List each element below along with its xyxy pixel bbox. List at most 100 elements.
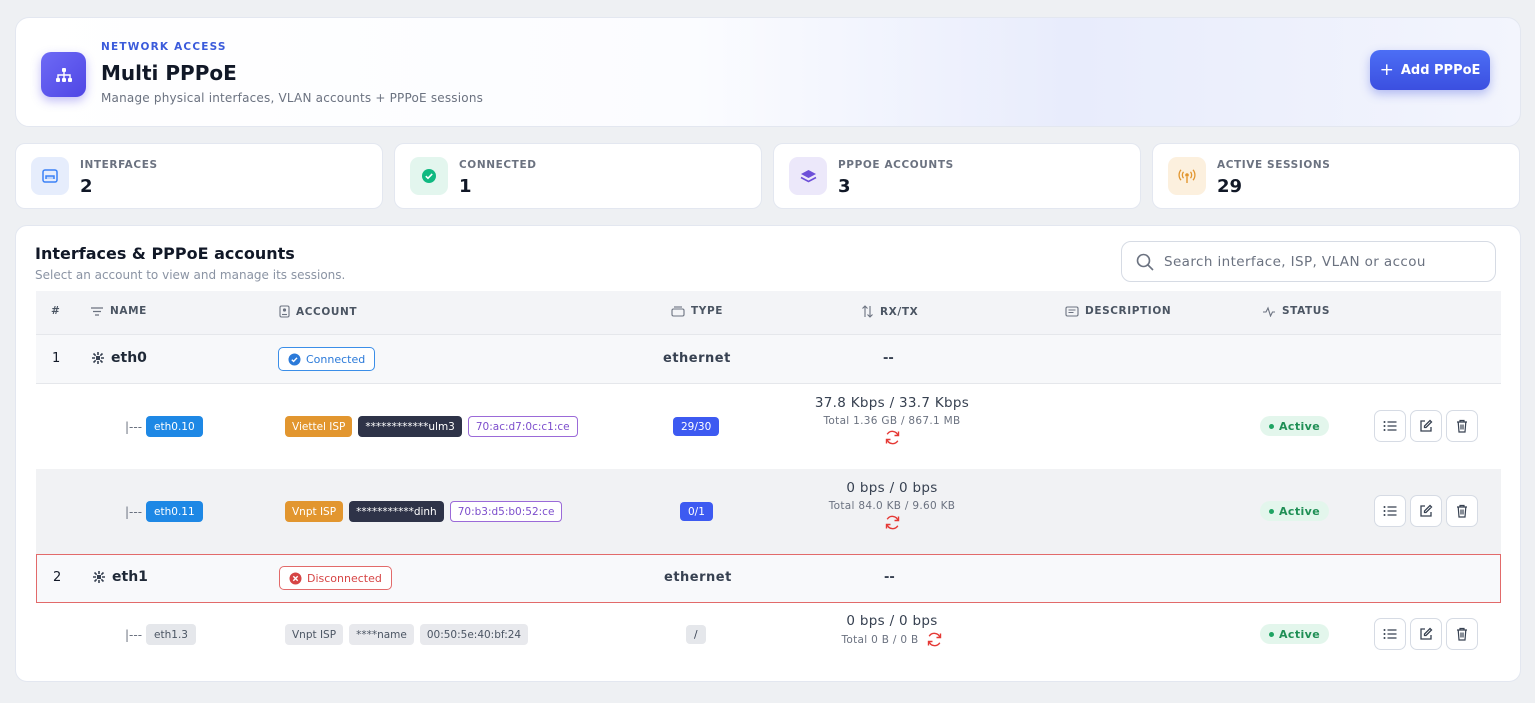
row-index: 1 <box>52 351 61 366</box>
stat-card-pppoe-accounts: PPPOE ACCOUNTS 3 <box>773 143 1141 209</box>
stat-value: 1 <box>459 176 472 197</box>
sessions-badge: 0/1 <box>680 502 713 521</box>
interface-row-eth1[interactable]: 2 eth1 Disconnected ethernet -- <box>36 554 1501 603</box>
delete-button[interactable] <box>1446 410 1478 442</box>
interface-type: ethernet <box>663 351 731 366</box>
edit-button[interactable] <box>1410 495 1442 527</box>
tree-connector: |--- <box>125 504 143 519</box>
refresh-icon[interactable] <box>926 632 943 647</box>
stat-label: CONNECTED <box>459 159 537 171</box>
interface-row-eth0[interactable]: 1 eth0 Connected ethernet -- <box>36 334 1501 384</box>
trash-icon <box>1457 419 1467 433</box>
rate-text: 0 bps / 0 bps <box>846 480 938 496</box>
broadcast-icon <box>1168 157 1206 195</box>
page-title: Multi PPPoE <box>101 61 237 85</box>
vlan-tag[interactable]: eth0.11 <box>146 501 203 522</box>
network-tree-icon <box>41 52 86 97</box>
edit-button[interactable] <box>1410 618 1442 650</box>
mac-badge: 00:50:5e:40:bf:24 <box>419 624 529 645</box>
row-index: 2 <box>53 570 62 585</box>
rxtx-arrows-icon <box>862 305 873 318</box>
stat-label: PPPOE ACCOUNTS <box>838 159 954 171</box>
name-column-icon <box>91 306 103 316</box>
sessions-badge: 29/30 <box>673 417 720 436</box>
account-row-eth0-10[interactable]: |--- eth0.10 Viettel ISP ************ulm… <box>36 384 1501 469</box>
trash-icon <box>1457 504 1467 518</box>
network-hub-icon <box>93 571 105 583</box>
total-text: Total 1.36 GB / 867.1 MB <box>823 415 961 427</box>
view-sessions-button[interactable] <box>1374 495 1406 527</box>
edit-icon <box>1420 627 1433 640</box>
isp-badge: Vnpt ISP <box>285 624 344 645</box>
mac-badge: 70:b3:d5:b0:52:ce <box>449 501 563 522</box>
edit-icon <box>1420 419 1433 432</box>
page-header: NETWORK ACCESS Multi PPPoE Manage physic… <box>15 17 1521 127</box>
stat-card-interfaces: INTERFACES 2 <box>15 143 383 209</box>
table-title: Interfaces & PPPoE accounts <box>35 244 295 263</box>
vlan-tag[interactable]: eth0.10 <box>146 416 203 437</box>
connected-status-badge: Connected <box>278 347 376 371</box>
column-header-description[interactable]: DESCRIPTION <box>1065 305 1171 317</box>
column-header-rxtx[interactable]: RX/TX <box>861 305 918 318</box>
pulse-icon <box>1263 306 1275 317</box>
search-box[interactable] <box>1121 241 1496 282</box>
type-column-icon <box>671 305 685 317</box>
username-badge: ****name <box>349 624 414 645</box>
layers-icon <box>789 157 827 195</box>
username-badge: ***********dinh <box>349 501 444 522</box>
check-circle-icon <box>288 353 301 365</box>
active-status-badge: Active <box>1260 416 1330 436</box>
add-pppoe-button[interactable]: + Add PPPoE <box>1370 50 1490 90</box>
view-sessions-button[interactable] <box>1374 410 1406 442</box>
page-subtitle: Manage physical interfaces, VLAN account… <box>101 91 484 105</box>
username-badge: ************ulm3 <box>358 416 462 437</box>
interface-type: ethernet <box>664 570 732 585</box>
add-pppoe-label: Add PPPoE <box>1400 62 1481 78</box>
stat-value: 3 <box>838 176 851 197</box>
stat-label: INTERFACES <box>80 159 158 171</box>
rate-text: 0 bps / 0 bps <box>846 613 938 629</box>
isp-badge: Viettel ISP <box>285 416 353 437</box>
delete-button[interactable] <box>1446 618 1478 650</box>
check-circle-icon <box>410 157 448 195</box>
ethernet-port-icon <box>31 157 69 195</box>
table-header: # NAME ACCOUNT TYPE RX/TX DESCRIPTION ST… <box>36 291 1501 334</box>
search-input[interactable] <box>1164 253 1464 270</box>
rate-text: 37.8 Kbps / 33.7 Kbps <box>814 395 970 411</box>
column-header-account[interactable]: ACCOUNT <box>279 305 357 318</box>
interface-name: eth1 <box>92 569 148 585</box>
view-sessions-button[interactable] <box>1374 618 1406 650</box>
total-text: Total 0 B / 0 B <box>841 633 919 646</box>
account-row-eth0-11[interactable]: |--- eth0.11 Vnpt ISP ***********dinh 70… <box>36 469 1501 554</box>
stat-label: ACTIVE SESSIONS <box>1217 159 1331 171</box>
active-status-badge: Active <box>1260 501 1330 521</box>
column-header-type[interactable]: TYPE <box>671 305 723 317</box>
interfaces-table-card: Interfaces & PPPoE accounts Select an ac… <box>15 225 1521 682</box>
rate-cell: 0 bps / 0 bps Total 84.0 KB / 9.60 KB <box>787 480 997 530</box>
list-icon <box>1383 629 1397 639</box>
delete-button[interactable] <box>1446 495 1478 527</box>
edit-button[interactable] <box>1410 410 1442 442</box>
active-status-badge: Active <box>1260 624 1330 644</box>
account-column-icon <box>279 305 290 318</box>
total-text: Total 84.0 KB / 9.60 KB <box>828 500 956 512</box>
interface-rxtx: -- <box>884 570 895 585</box>
refresh-icon[interactable] <box>884 515 901 530</box>
network-hub-icon <box>92 352 104 364</box>
description-column-icon <box>1065 305 1079 317</box>
column-header-name[interactable]: NAME <box>90 305 147 317</box>
refresh-icon[interactable] <box>884 430 901 445</box>
list-icon <box>1383 421 1397 431</box>
isp-badge: Vnpt ISP <box>285 501 344 522</box>
account-row-eth1-3[interactable]: |--- eth1.3 Vnpt ISP ****name 00:50:5e:4… <box>36 603 1501 669</box>
stat-card-active-sessions: ACTIVE SESSIONS 29 <box>1152 143 1520 209</box>
column-header-index[interactable]: # <box>51 305 60 317</box>
tree-connector: |--- <box>125 627 143 642</box>
vlan-tag[interactable]: eth1.3 <box>146 624 196 645</box>
edit-icon <box>1420 504 1433 517</box>
column-header-status[interactable]: STATUS <box>1262 305 1330 317</box>
interface-name: eth0 <box>91 350 147 366</box>
page-eyebrow: NETWORK ACCESS <box>101 41 227 53</box>
stat-value: 29 <box>1217 176 1243 197</box>
sessions-badge: / <box>686 625 706 644</box>
